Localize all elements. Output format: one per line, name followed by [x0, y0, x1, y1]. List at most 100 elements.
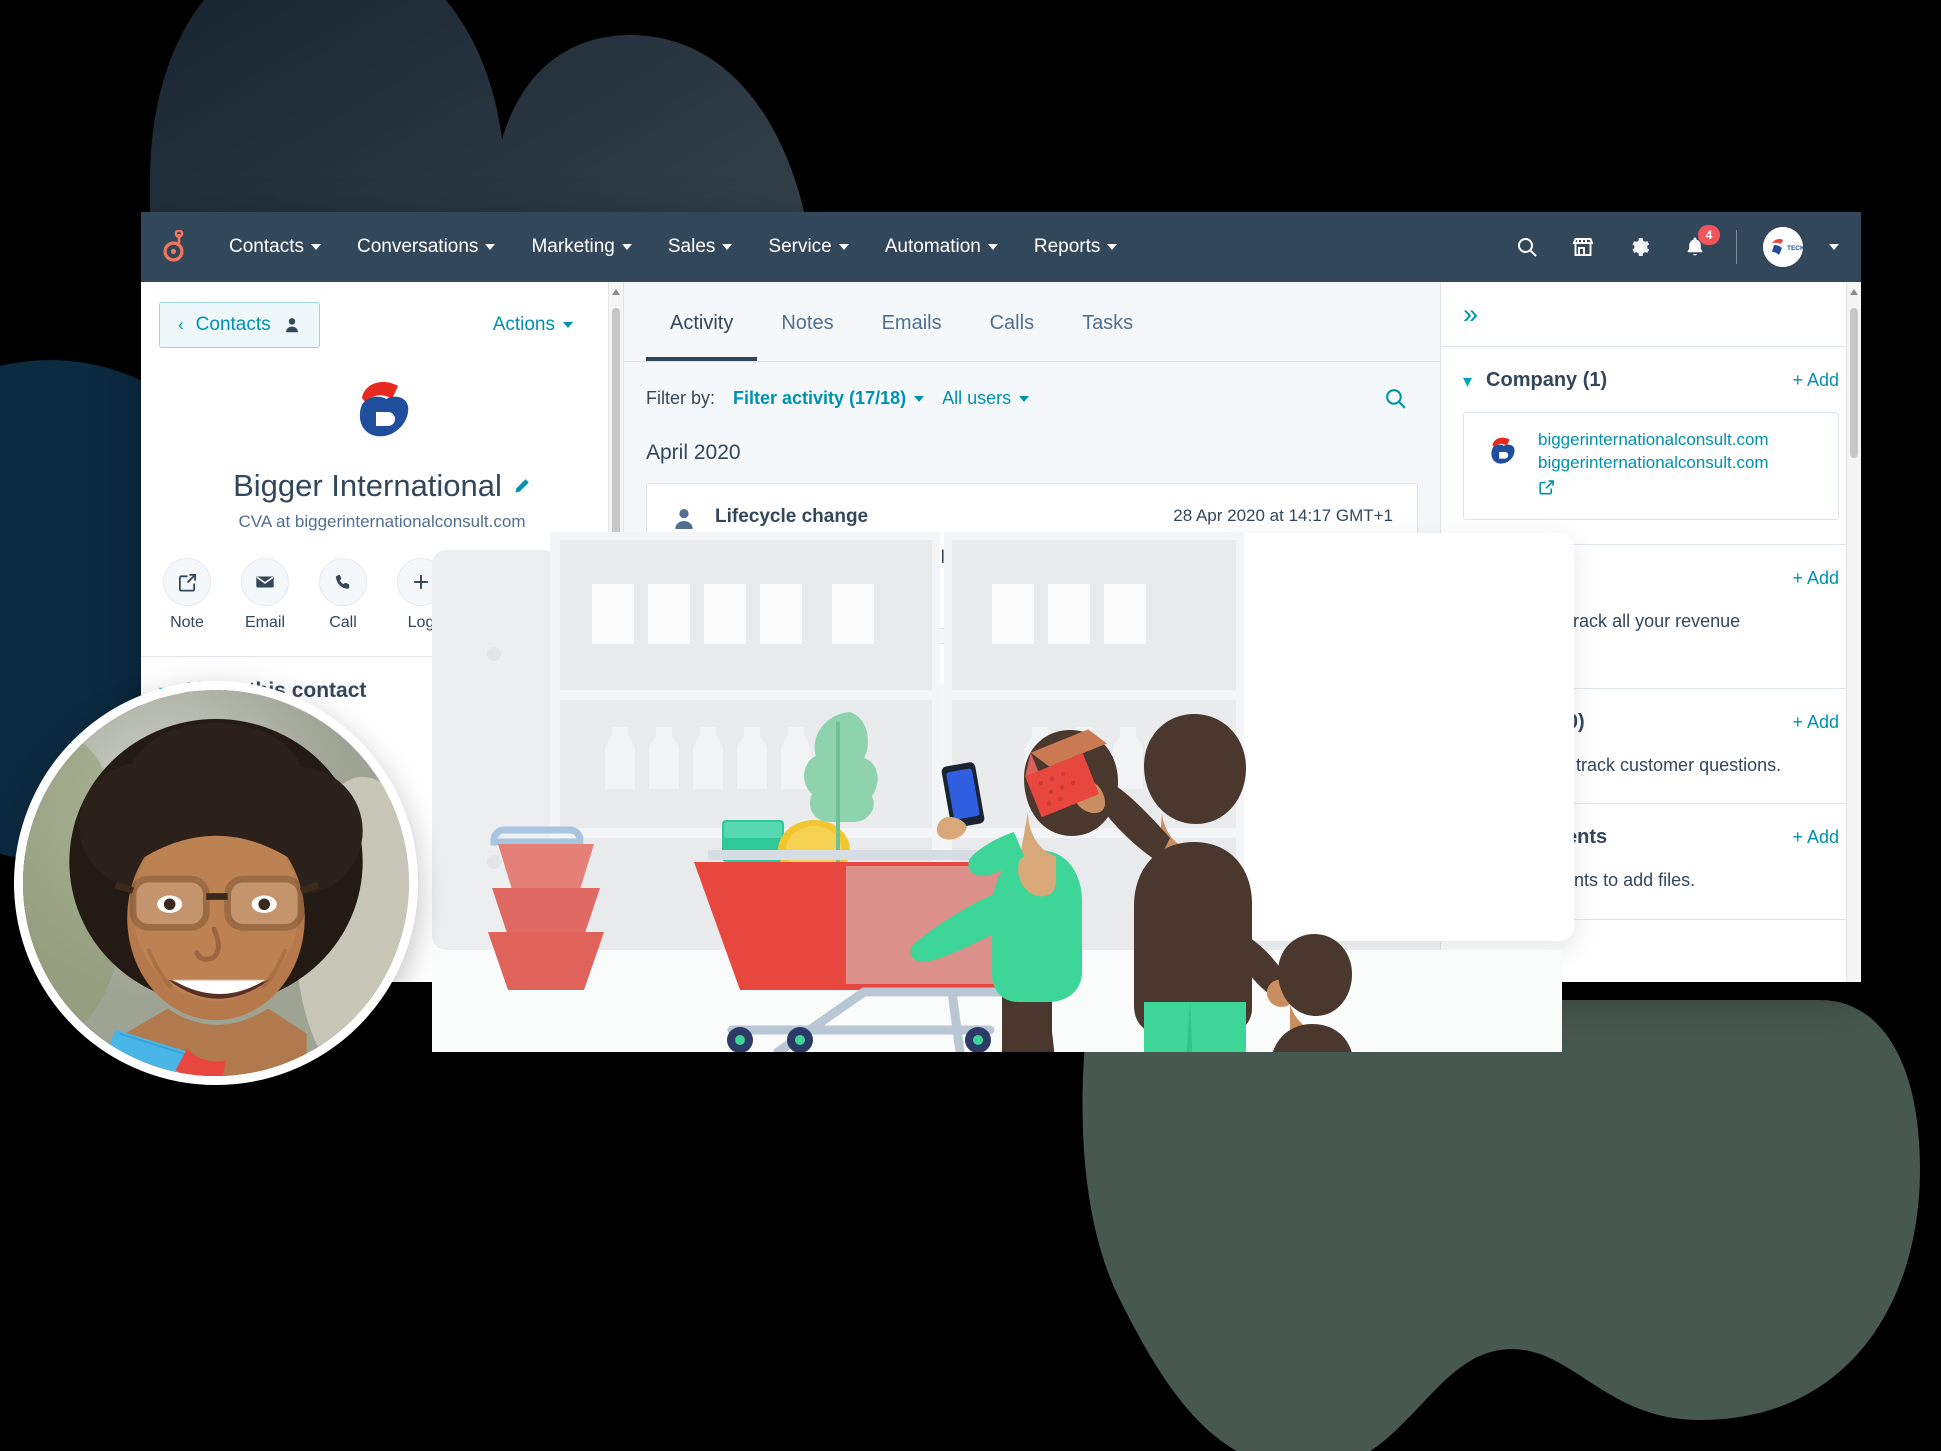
filter-bar: Filter by: Filter activity (17/18) All u…	[624, 362, 1440, 411]
chevron-down-icon[interactable]	[1829, 244, 1839, 250]
nav-item-reports[interactable]: Reports	[1016, 226, 1136, 268]
person-icon	[285, 318, 298, 333]
sidebar-scrollbar[interactable]	[608, 282, 623, 982]
quick-action-log[interactable]: Log	[393, 558, 449, 632]
top-navigation-bar: Contacts Conversations Marketing Sales S…	[141, 212, 1861, 282]
tab-label: Calls	[989, 312, 1035, 334]
notifications-bell-icon[interactable]: 4	[1680, 225, 1720, 262]
tab-notes[interactable]: Notes	[757, 282, 857, 361]
quick-action-label: Email	[244, 614, 285, 631]
chevron-down-icon	[310, 244, 321, 250]
pencil-edit-icon[interactable]	[512, 477, 531, 496]
activity-description-text: updated the lifecycle stage for this con…	[835, 547, 1288, 567]
nav-item-contacts[interactable]: Contacts	[211, 226, 339, 268]
chevron-down-icon	[838, 244, 849, 250]
user-avatar[interactable]: TECKAA	[1763, 227, 1803, 267]
back-to-contacts-button[interactable]: ‹ Contacts	[159, 302, 320, 348]
quick-actions-row: Note Email Call Log Task Meet	[141, 558, 623, 632]
scrollbar-thumb[interactable]	[1850, 308, 1858, 458]
activity-actor-link[interactable]: Teckaa Official	[719, 547, 836, 567]
plus-log-icon	[397, 558, 445, 606]
company-links: biggerinternationalconsult.com biggerint…	[1538, 429, 1769, 503]
actions-label: Actions	[492, 314, 555, 335]
scroll-up-arrow-icon[interactable]	[612, 289, 620, 295]
floating-panel-card	[1222, 533, 1574, 941]
nav-label: Reports	[1033, 236, 1101, 257]
scrollbar-thumb[interactable]	[612, 308, 620, 628]
main-menu: Contacts Conversations Marketing Sales S…	[211, 226, 1512, 268]
nav-item-marketing[interactable]: Marketing	[513, 226, 649, 268]
calendar-meet-icon	[553, 558, 601, 606]
tab-label: Emails	[881, 312, 942, 334]
add-company-button[interactable]: + Add	[1792, 370, 1839, 391]
company-association-card[interactable]: biggerinternationalconsult.com biggerint…	[1463, 412, 1839, 520]
nav-label: Automation	[884, 236, 981, 257]
chevron-down-icon	[563, 322, 573, 328]
search-icon[interactable]	[1512, 232, 1542, 262]
filter-activity-label: Filter activity (17/18)	[733, 388, 907, 408]
tab-activity[interactable]: Activity	[646, 282, 758, 361]
filter-users-dropdown[interactable]: All users	[942, 388, 1030, 409]
filter-by-label: Filter by:	[646, 388, 716, 408]
company-avatar	[141, 364, 623, 456]
quick-action-note[interactable]: Note	[159, 558, 215, 632]
phone-call-icon	[319, 558, 367, 606]
expand-chevrons-icon[interactable]: »	[1463, 300, 1478, 328]
page-title: Bigger International	[141, 468, 623, 504]
nav-divider	[1736, 230, 1737, 264]
page-canvas: Contacts Conversations Marketing Sales S…	[0, 0, 1941, 1451]
marketplace-storefront-icon[interactable]	[1568, 232, 1598, 262]
bigger-international-b-logo	[359, 381, 409, 437]
quick-action-task[interactable]: Task	[471, 558, 527, 632]
activity-timestamp: 28 Apr 2020 at 14:17 GMT+1	[1173, 506, 1393, 525]
section-header[interactable]: ▾ Company (1) + Add	[1463, 369, 1839, 392]
section-company: ▾ Company (1) + Add biggerinternationalc…	[1441, 347, 1861, 545]
tab-tasks[interactable]: Tasks	[1058, 282, 1157, 361]
tab-calls[interactable]: Calls	[966, 282, 1058, 361]
quick-action-email[interactable]: Email	[237, 558, 293, 632]
nav-item-sales[interactable]: Sales	[650, 226, 751, 268]
add-ticket-button[interactable]: + Add	[1792, 712, 1839, 733]
nav-item-service[interactable]: Service	[750, 226, 866, 268]
notification-badge: 4	[1698, 225, 1720, 245]
external-link-icon[interactable]	[1538, 479, 1555, 503]
company-domain-link[interactable]: biggerinternationalconsult.com	[1538, 452, 1769, 475]
smiling-woman-portrait-photo	[14, 681, 418, 1085]
quick-action-label: Log	[407, 614, 435, 631]
activity-month-group: April 2020	[646, 441, 741, 464]
task-card-icon	[475, 558, 523, 606]
quick-action-call[interactable]: Call	[315, 558, 371, 632]
nav-label: Contacts	[229, 236, 304, 257]
gear-settings-icon[interactable]	[1624, 232, 1654, 262]
scroll-up-arrow-icon[interactable]	[1850, 289, 1858, 295]
nav-label: Service	[768, 236, 832, 257]
quick-action-meet[interactable]: Meet	[549, 558, 605, 632]
chevron-down-icon	[987, 244, 998, 250]
filter-users-label: All users	[942, 388, 1012, 408]
add-deal-button[interactable]: + Add	[1792, 568, 1839, 589]
chevron-down-icon	[1019, 395, 1030, 402]
associations-scrollbar[interactable]	[1846, 282, 1861, 982]
tab-label: Tasks	[1082, 312, 1134, 334]
hubspot-sprocket-logo[interactable]	[155, 227, 195, 267]
nav-item-automation[interactable]: Automation	[867, 226, 1016, 268]
activity-search-icon[interactable]	[1383, 386, 1418, 411]
nav-label: Conversations	[356, 236, 479, 257]
contact-subtitle: CVA at biggerinternationalconsult.com	[238, 512, 526, 531]
add-attachment-button[interactable]: + Add	[1792, 827, 1839, 848]
chevron-down-icon	[485, 244, 496, 250]
quick-action-label: Note	[170, 614, 204, 631]
bigger-international-b-logo	[1491, 437, 1515, 464]
filter-activity-dropdown[interactable]: Filter activity (17/18)	[733, 388, 925, 409]
tab-emails[interactable]: Emails	[858, 282, 966, 361]
company-name-link[interactable]: biggerinternationalconsult.com	[1538, 429, 1769, 452]
actions-dropdown[interactable]: Actions	[493, 314, 579, 336]
nav-utility-icons: 4 TECKAA	[1512, 225, 1839, 267]
back-label: Contacts	[195, 314, 271, 335]
sidebar-header: ‹ Contacts Actions	[141, 282, 623, 348]
svg-text:TECKAA: TECKAA	[1787, 245, 1803, 252]
nav-item-conversations[interactable]: Conversations	[339, 226, 513, 268]
email-envelope-icon	[241, 558, 289, 606]
background-blob-bottom	[1082, 1000, 1920, 1451]
quick-action-label: Meet	[559, 614, 595, 631]
